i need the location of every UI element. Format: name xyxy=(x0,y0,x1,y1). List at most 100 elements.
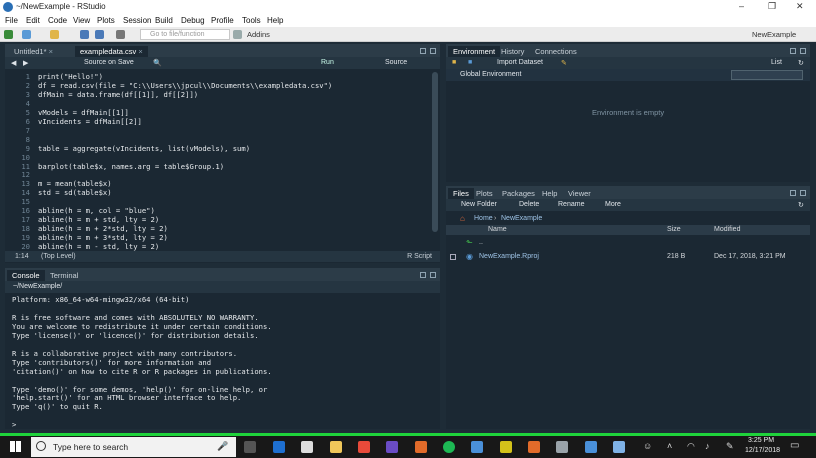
menu-help[interactable]: Help xyxy=(267,16,283,25)
minimize-pane-icon[interactable] xyxy=(420,48,426,54)
notifications-icon[interactable]: ▭ xyxy=(790,440,799,451)
maximize-pane-icon[interactable] xyxy=(430,272,436,278)
search-icon[interactable]: 🔍 xyxy=(153,59,162,67)
import-dataset-button[interactable]: Import Dataset xyxy=(497,59,543,66)
delete-button[interactable]: Delete xyxy=(519,201,539,208)
project-menu[interactable]: NewExample xyxy=(752,30,796,39)
chrome-icon[interactable] xyxy=(358,441,370,453)
column-modified[interactable]: Modified xyxy=(714,226,740,233)
menu-build[interactable]: Build xyxy=(155,16,173,25)
firefox-icon[interactable] xyxy=(415,441,427,453)
minimize-pane-icon[interactable] xyxy=(420,272,426,278)
new-project-icon[interactable] xyxy=(22,30,31,39)
menu-plots[interactable]: Plots xyxy=(97,16,115,25)
save-workspace-icon[interactable]: ■ xyxy=(468,59,472,66)
tab-viewer[interactable]: Viewer xyxy=(563,188,596,199)
save-all-icon[interactable] xyxy=(95,30,104,39)
open-file-icon[interactable] xyxy=(50,30,59,39)
file-type-indicator[interactable]: R Script xyxy=(407,253,432,260)
rstudio-taskbar-icon[interactable] xyxy=(471,441,483,453)
minimize-pane-icon[interactable] xyxy=(790,190,796,196)
menu-edit[interactable]: Edit xyxy=(26,16,40,25)
maximize-button[interactable]: ❐ xyxy=(768,1,776,12)
refresh-icon[interactable]: ↻ xyxy=(798,59,804,67)
app-icon[interactable] xyxy=(500,441,512,453)
chevron-up-icon[interactable]: ˄ xyxy=(667,441,672,451)
open-workspace-icon[interactable]: ■ xyxy=(452,59,456,66)
clock-time[interactable]: 3:25 PM xyxy=(748,437,774,444)
row-checkbox[interactable] xyxy=(450,254,456,260)
global-environment-dropdown[interactable]: Global Environment xyxy=(460,71,521,78)
volume-icon[interactable]: ♪ xyxy=(705,441,710,451)
taskbar-search-input[interactable]: Type here to search 🎤 xyxy=(31,437,236,457)
table-row[interactable]: ◉ NewExample.Rproj 218 B Dec 17, 2018, 3… xyxy=(446,251,810,263)
code-line[interactable]: abline(h = m + std, lty = 2) xyxy=(38,215,159,224)
app-icon[interactable] xyxy=(613,441,625,453)
start-windows-icon[interactable] xyxy=(10,441,21,452)
forward-arrow-icon[interactable]: ▶ xyxy=(23,59,28,67)
menu-session[interactable]: Session xyxy=(123,16,151,25)
code-line[interactable]: vModels = dfMain[[1]] xyxy=(38,108,129,117)
tab-exampledata-csv[interactable]: exampledata.csv × xyxy=(75,46,148,57)
app-icon[interactable] xyxy=(556,441,568,453)
menu-file[interactable]: File xyxy=(5,16,18,25)
close-tab-icon[interactable]: × xyxy=(49,47,53,56)
code-line[interactable]: dfMain = data.frame(df[[1]], df[[2]]) xyxy=(38,90,198,99)
addins-button[interactable]: Addins xyxy=(247,30,270,39)
people-icon[interactable]: ☺ xyxy=(643,441,652,451)
maximize-pane-icon[interactable] xyxy=(800,190,806,196)
source-on-save-checkbox[interactable]: Source on Save xyxy=(84,59,134,66)
microphone-icon[interactable]: 🎤 xyxy=(217,441,228,452)
refresh-icon[interactable]: ↻ xyxy=(798,201,804,209)
column-size[interactable]: Size xyxy=(667,226,681,233)
tab-plots[interactable]: Plots xyxy=(471,188,498,199)
code-line[interactable]: m = mean(table$x) xyxy=(38,179,112,188)
app-icon[interactable] xyxy=(386,441,398,453)
editor-scrollbar[interactable] xyxy=(432,72,438,232)
menu-code[interactable]: Code xyxy=(48,16,67,25)
table-row[interactable]: ⬑ .. xyxy=(446,237,810,249)
print-icon[interactable] xyxy=(116,30,125,39)
save-icon[interactable] xyxy=(80,30,89,39)
breadcrumb-home[interactable]: Home xyxy=(474,215,493,222)
back-arrow-icon[interactable]: ◀ xyxy=(11,59,16,67)
close-tab-icon[interactable]: × xyxy=(138,47,142,56)
code-line[interactable]: abline(h = m + 2*std, lty = 2) xyxy=(38,224,168,233)
code-line[interactable]: std = sd(table$x) xyxy=(38,188,112,197)
tab-files[interactable]: Files xyxy=(448,188,474,199)
breadcrumb-newexample[interactable]: NewExample xyxy=(501,215,542,222)
menu-profile[interactable]: Profile xyxy=(211,16,234,25)
more-menu[interactable]: More xyxy=(605,201,621,208)
close-button[interactable]: ✕ xyxy=(796,1,804,12)
list-view-menu[interactable]: List xyxy=(771,59,782,66)
minimize-button[interactable]: – xyxy=(739,1,744,11)
console-path[interactable]: ~/NewExample/ xyxy=(13,283,62,290)
minimize-pane-icon[interactable] xyxy=(790,48,796,54)
file-name[interactable]: NewExample.Rproj xyxy=(479,253,539,260)
code-line[interactable]: abline(h = m, col = "blue") xyxy=(38,206,155,215)
scope-indicator[interactable]: (Top Level) xyxy=(41,253,76,260)
spotify-icon[interactable] xyxy=(443,441,455,453)
tab-untitled1[interactable]: Untitled1* × xyxy=(9,46,58,57)
tab-packages[interactable]: Packages xyxy=(497,188,540,199)
menu-view[interactable]: View xyxy=(73,16,90,25)
maximize-pane-icon[interactable] xyxy=(800,48,806,54)
clock-date[interactable]: 12/17/2018 xyxy=(745,447,780,454)
menu-debug[interactable]: Debug xyxy=(181,16,205,25)
maximize-pane-icon[interactable] xyxy=(430,48,436,54)
tab-console[interactable]: Console xyxy=(7,270,45,281)
grid-layout-icon[interactable] xyxy=(233,30,242,39)
tab-connections[interactable]: Connections xyxy=(530,46,582,57)
code-line[interactable]: abline(h = m + 3*std, lty = 2) xyxy=(38,233,168,242)
pen-icon[interactable]: ✎ xyxy=(726,441,734,452)
app-icon[interactable] xyxy=(528,441,540,453)
file-explorer-icon[interactable] xyxy=(330,441,342,453)
rename-button[interactable]: Rename xyxy=(558,201,584,208)
menu-tools[interactable]: Tools xyxy=(242,16,261,25)
code-line[interactable]: table = aggregate(vIncidents, list(vMode… xyxy=(38,144,250,153)
code-line[interactable]: df = read.csv(file = "C:\\Users\\jpcul\\… xyxy=(38,81,332,90)
environment-search-input[interactable] xyxy=(731,70,803,80)
edge-icon[interactable] xyxy=(273,441,285,453)
new-file-icon[interactable] xyxy=(4,30,13,39)
tab-history[interactable]: History xyxy=(496,46,529,57)
